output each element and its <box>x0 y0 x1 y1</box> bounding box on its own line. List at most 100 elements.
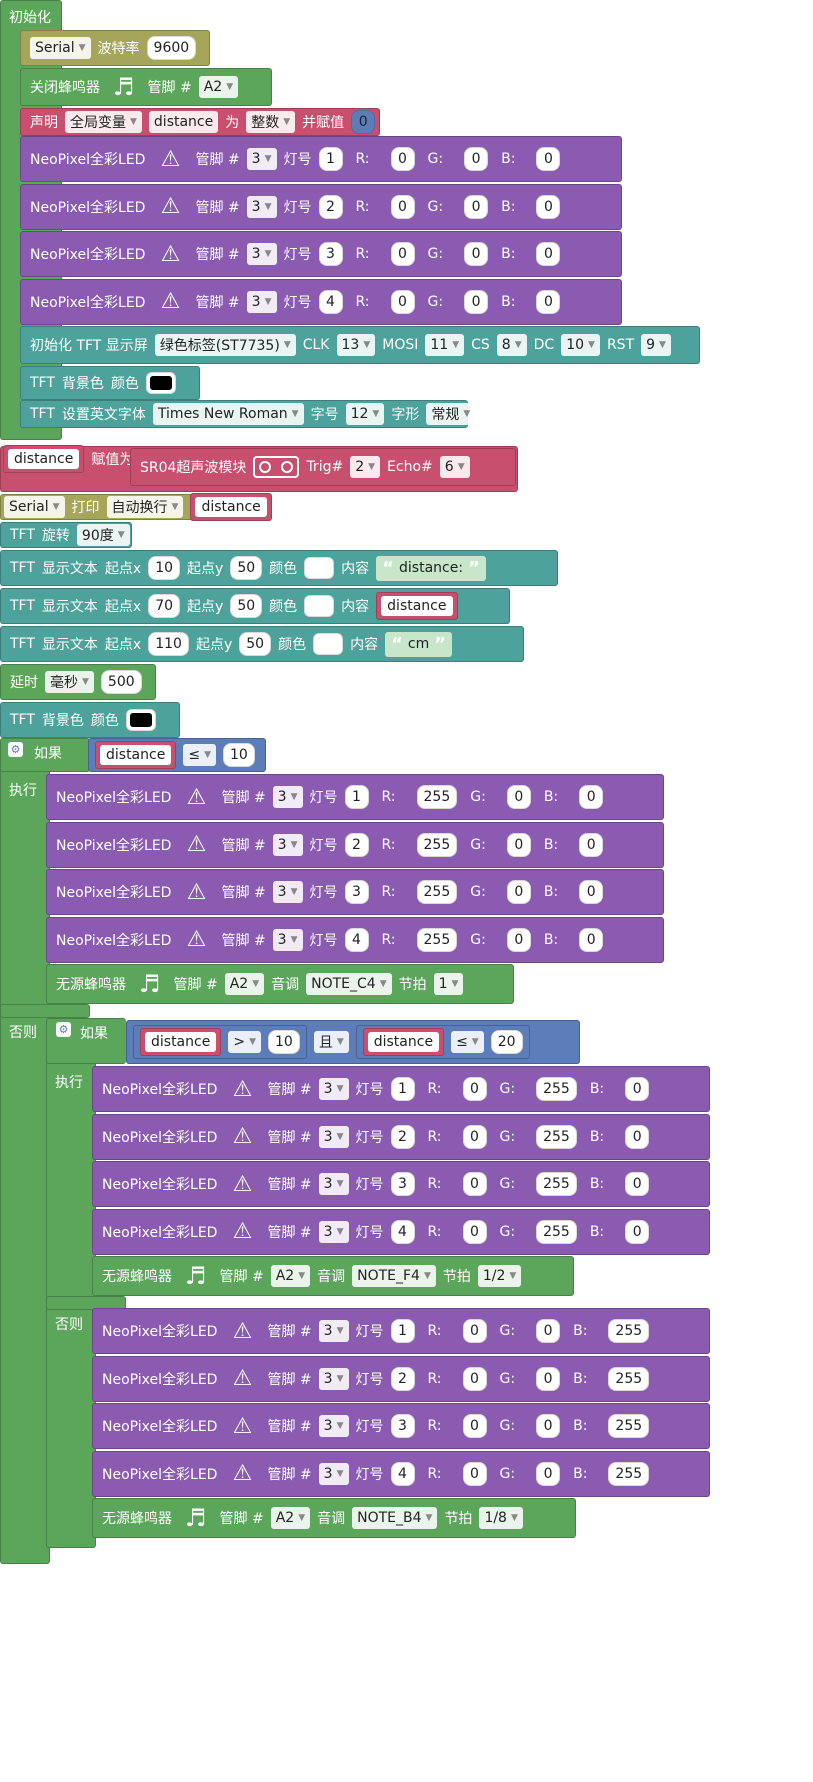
compare-value[interactable]: 10 <box>267 1030 300 1054</box>
r-input[interactable]: 0 <box>462 1414 487 1438</box>
tone-block[interactable]: 无源蜂鸣器 ♬ 管脚 # A2 ▼ 音调 NOTE_B4 ▼ 节拍 1/8 ▼ <box>92 1498 576 1538</box>
r-input[interactable]: 0 <box>462 1124 487 1149</box>
r-input[interactable]: 0 <box>462 1077 487 1101</box>
x-input[interactable]: 70 <box>148 594 181 618</box>
r-input[interactable]: 0 <box>390 289 415 314</box>
g-input[interactable]: 255 <box>536 1124 577 1149</box>
b-input[interactable]: 255 <box>608 1366 650 1391</box>
g-input[interactable]: 0 <box>536 1414 561 1438</box>
pin-dropdown[interactable]: 3 ▼ <box>318 1173 349 1195</box>
operator-dropdown[interactable]: ≤ ▼ <box>183 744 216 766</box>
color-swatch-white[interactable] <box>304 595 335 617</box>
led-index-input[interactable]: 2 <box>390 1124 415 1149</box>
b-input[interactable]: 0 <box>625 1077 650 1101</box>
pin-dropdown[interactable]: 3 ▼ <box>318 1462 349 1485</box>
r-input[interactable]: 0 <box>462 1366 487 1391</box>
x-input[interactable]: 110 <box>148 632 189 656</box>
b-input[interactable]: 0 <box>536 147 561 171</box>
pin-dropdown[interactable]: 3 ▼ <box>318 1078 349 1100</box>
rotation-dropdown[interactable]: 90度 ▼ <box>76 524 130 546</box>
b-input[interactable]: 255 <box>608 1414 650 1438</box>
neopixel-block[interactable]: NeoPixel全彩LED ⚠ 管脚 # 3 ▼ 灯号 4 R: 0 G: 0 B… <box>20 278 622 325</box>
neopixel-block[interactable]: NeoPixel全彩LED ⚠ 管脚 # 3 ▼ 灯号 4 R: 0 G: 255… <box>92 1208 710 1255</box>
operator-dropdown[interactable]: > ▼ <box>228 1031 261 1053</box>
tft-model-dropdown[interactable]: 绿色标签(ST7735) ▼ <box>154 334 296 356</box>
delay-unit-dropdown[interactable]: 毫秒 ▼ <box>45 671 94 693</box>
variable-distance[interactable]: distance <box>95 741 177 769</box>
delay-block[interactable]: 延时 毫秒 ▼ 500 <box>0 664 156 700</box>
y-input[interactable]: 50 <box>230 556 263 580</box>
r-input[interactable]: 0 <box>462 1172 487 1196</box>
if-block-frame[interactable] <box>0 738 50 1564</box>
led-index-input[interactable]: 3 <box>318 242 343 266</box>
and-condition-block[interactable]: distance > ▼ 10 且 ▼ distance ≤ ▼ 20 <box>126 1020 580 1064</box>
g-input[interactable]: 0 <box>506 832 531 857</box>
serial-print-block[interactable]: Serial ▼ 打印 自动换行 ▼ distance <box>0 493 272 521</box>
r-input[interactable]: 0 <box>390 194 415 219</box>
delay-input[interactable]: 500 <box>100 670 142 694</box>
cs-dropdown[interactable]: 8 ▼ <box>496 334 527 356</box>
echo-dropdown[interactable]: 6 ▼ <box>439 456 470 478</box>
b-input[interactable]: 0 <box>625 1219 650 1244</box>
x-input[interactable]: 10 <box>148 556 181 580</box>
neopixel-block[interactable]: NeoPixel全彩LED ⚠ 管脚 # 3 ▼ 灯号 1 R: 255 G: 0… <box>46 774 664 820</box>
tft-text-block[interactable]: TFT 显示文本 起点x 10 起点y 50 颜色 内容 “distance:” <box>0 550 558 586</box>
variable-distance[interactable]: distance <box>376 592 458 620</box>
g-input[interactable]: 255 <box>536 1077 577 1101</box>
tft-background-block[interactable]: TFT 背景色 颜色 <box>20 366 200 400</box>
g-input[interactable]: 255 <box>536 1172 577 1196</box>
neopixel-block[interactable]: NeoPixel全彩LED ⚠ 管脚 # 3 ▼ 灯号 1 R: 0 G: 255… <box>92 1066 710 1112</box>
font-style-dropdown[interactable]: 常规 ▼ <box>426 403 476 425</box>
neopixel-block[interactable]: NeoPixel全彩LED ⚠ 管脚 # 3 ▼ 灯号 1 R: 0 G: 0 B… <box>20 136 622 182</box>
led-index-input[interactable]: 4 <box>344 927 369 952</box>
neopixel-block[interactable]: NeoPixel全彩LED ⚠ 管脚 # 3 ▼ 灯号 3 R: 0 G: 255… <box>92 1161 710 1207</box>
neopixel-block[interactable]: NeoPixel全彩LED ⚠ 管脚 # 3 ▼ 灯号 3 R: 0 G: 0 B… <box>20 231 622 277</box>
y-input[interactable]: 50 <box>239 632 272 656</box>
neopixel-block[interactable]: NeoPixel全彩LED ⚠ 管脚 # 3 ▼ 灯号 3 R: 255 G: 0… <box>46 869 664 915</box>
led-index-input[interactable]: 4 <box>390 1461 415 1486</box>
declare-variable-block[interactable]: 声明 全局变量 ▼ distance 为 整数 ▼ 并赋值 0 <box>20 108 380 136</box>
neopixel-block[interactable]: NeoPixel全彩LED ⚠ 管脚 # 3 ▼ 灯号 1 R: 0 G: 0 B… <box>92 1308 710 1354</box>
r-input[interactable]: 0 <box>390 147 415 171</box>
r-input[interactable]: 0 <box>390 242 415 266</box>
b-input[interactable]: 0 <box>536 289 561 314</box>
pin-dropdown[interactable]: 3 ▼ <box>272 786 303 808</box>
beat-dropdown[interactable]: 1 ▼ <box>433 973 464 995</box>
g-input[interactable]: 0 <box>464 194 489 219</box>
text-string[interactable]: “cm” <box>385 631 453 657</box>
color-swatch-black[interactable] <box>145 372 176 394</box>
sr04-block[interactable]: SR04超声波模块 Trig# 2 ▼ Echo# 6 ▼ <box>130 448 516 486</box>
pin-dropdown[interactable]: 3 ▼ <box>318 1125 349 1148</box>
led-index-input[interactable]: 4 <box>318 289 343 314</box>
g-input[interactable]: 0 <box>464 147 489 171</box>
b-input[interactable]: 0 <box>579 832 604 857</box>
note-dropdown[interactable]: NOTE_B4 ▼ <box>352 1507 438 1529</box>
pin-dropdown[interactable]: 3 ▼ <box>272 833 303 856</box>
print-mode-dropdown[interactable]: 自动换行 ▼ <box>106 496 184 518</box>
baud-input[interactable]: 9600 <box>146 36 197 60</box>
r-input[interactable]: 0 <box>462 1219 487 1244</box>
led-index-input[interactable]: 2 <box>318 194 343 219</box>
b-input[interactable]: 0 <box>625 1172 650 1196</box>
pin-dropdown[interactable]: 3 ▼ <box>318 1320 349 1342</box>
pin-dropdown[interactable]: 3 ▼ <box>246 195 277 218</box>
pin-dropdown[interactable]: A2 ▼ <box>224 973 265 995</box>
compare-block-right[interactable]: distance ≤ ▼ 20 <box>355 1025 530 1059</box>
r-input[interactable]: 0 <box>462 1461 487 1486</box>
tft-text-block[interactable]: TFT 显示文本 起点x 70 起点y 50 颜色 内容 distance <box>0 588 510 624</box>
pin-dropdown[interactable]: 3 ▼ <box>272 881 303 903</box>
buzzer-off-block[interactable]: 关闭蜂鸣器 ♬ 管脚 # A2 ▼ <box>20 68 272 106</box>
tft-font-block[interactable]: TFT 设置英文字体 Times New Roman ▼ 字号 12 ▼ 字形 常规… <box>20 400 476 428</box>
tone-block[interactable]: 无源蜂鸣器 ♬ 管脚 # A2 ▼ 音调 NOTE_F4 ▼ 节拍 1/2 ▼ <box>92 1256 574 1296</box>
neopixel-block[interactable]: NeoPixel全彩LED ⚠ 管脚 # 3 ▼ 灯号 3 R: 0 G: 0 B… <box>92 1403 710 1449</box>
led-index-input[interactable]: 3 <box>344 880 369 904</box>
mosi-dropdown[interactable]: 11 ▼ <box>425 334 465 356</box>
compare-value[interactable]: 10 <box>222 743 255 767</box>
b-input[interactable]: 0 <box>579 785 604 809</box>
pin-dropdown[interactable]: 3 ▼ <box>272 928 303 951</box>
b-input[interactable]: 0 <box>536 194 561 219</box>
variable-distance[interactable]: distance <box>3 445 85 473</box>
g-input[interactable]: 0 <box>506 927 531 952</box>
text-string[interactable]: “distance:” <box>376 555 486 581</box>
blockly-workspace[interactable]: 初始化 Serial ▼ 波特率 9600 关闭蜂鸣器 ♬ 管脚 # A2 ▼ 声明… <box>0 0 813 1782</box>
